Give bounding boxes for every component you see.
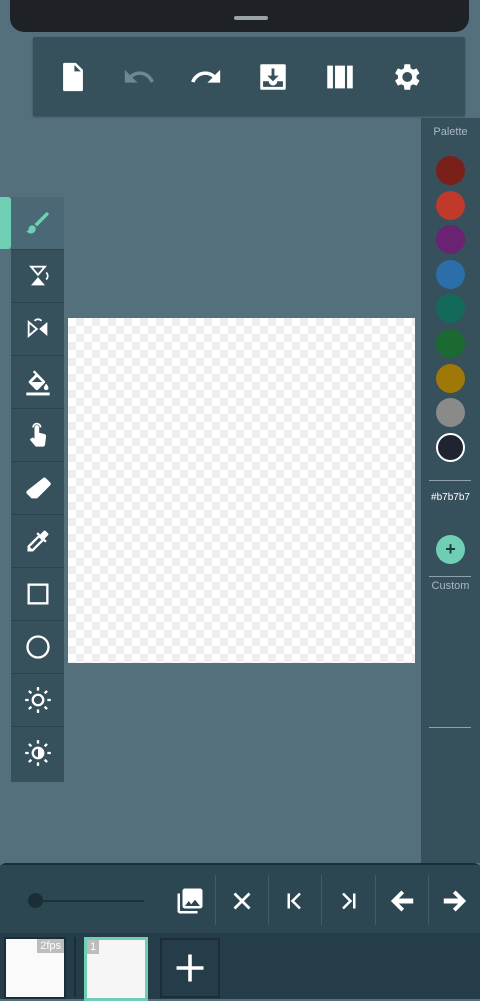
eraser-icon bbox=[25, 477, 51, 499]
palette-panel: Palette #b7b7b7 + Custom bbox=[421, 118, 480, 863]
close-icon bbox=[233, 892, 251, 910]
add-frame-button[interactable] bbox=[160, 938, 220, 998]
frame-number-label: 1 bbox=[87, 940, 100, 954]
palette-swatch[interactable] bbox=[436, 225, 465, 255]
frames-button[interactable] bbox=[318, 55, 362, 99]
eyedropper-icon bbox=[27, 530, 48, 552]
palette-swatch[interactable] bbox=[436, 363, 465, 393]
next-frame-button[interactable] bbox=[429, 873, 480, 929]
fps-label: 2fps bbox=[37, 939, 64, 953]
custom-end-divider bbox=[429, 727, 471, 728]
animation-preview[interactable]: 2fps bbox=[4, 937, 66, 999]
palette-swatch[interactable] bbox=[436, 294, 465, 324]
timeline-panel: 2fps 1 bbox=[0, 863, 480, 1001]
eraser-tool[interactable] bbox=[11, 462, 64, 515]
undo-button[interactable] bbox=[117, 55, 161, 99]
palette-swatch[interactable] bbox=[436, 329, 465, 358]
palette-swatch[interactable] bbox=[436, 190, 465, 220]
palette-swatch[interactable] bbox=[436, 398, 465, 428]
custom-divider bbox=[429, 576, 471, 577]
fill-tool[interactable] bbox=[11, 356, 64, 409]
gear-icon bbox=[395, 64, 420, 90]
onion-skin-button[interactable] bbox=[164, 873, 216, 929]
drawing-canvas[interactable] bbox=[68, 318, 415, 663]
arrow-left-icon bbox=[390, 890, 414, 912]
settings-button[interactable] bbox=[384, 55, 428, 99]
paint-bucket-icon bbox=[25, 370, 50, 396]
palette-swatch[interactable] bbox=[436, 156, 465, 185]
undo-icon bbox=[124, 69, 154, 83]
palette-divider bbox=[429, 480, 471, 481]
flip-horizontal-tool[interactable] bbox=[11, 303, 64, 356]
last-frame-button[interactable] bbox=[322, 873, 374, 929]
arrow-right-icon bbox=[443, 890, 467, 912]
frames-separator bbox=[74, 937, 76, 997]
palette-swatch[interactable] bbox=[436, 432, 465, 462]
plus-icon bbox=[176, 954, 204, 982]
flip-vertical-tool[interactable] bbox=[11, 250, 64, 303]
palette-title: Palette bbox=[433, 126, 468, 138]
square-icon bbox=[27, 583, 48, 605]
save-button[interactable] bbox=[251, 55, 295, 99]
brush-tool[interactable] bbox=[11, 197, 64, 250]
rectangle-tool[interactable] bbox=[11, 568, 64, 621]
brush-icon bbox=[25, 212, 49, 234]
circle-tool[interactable] bbox=[11, 621, 64, 674]
film-icon bbox=[327, 65, 353, 89]
drag-handle[interactable] bbox=[234, 16, 268, 20]
circle-icon bbox=[25, 635, 50, 659]
redo-icon bbox=[191, 69, 221, 83]
eyedropper-tool[interactable] bbox=[11, 515, 64, 568]
redo-button[interactable] bbox=[184, 55, 228, 99]
top-notch bbox=[10, 0, 469, 32]
skip-end-icon bbox=[342, 892, 356, 910]
hand-pointer-icon bbox=[29, 422, 46, 447]
palette-swatch[interactable] bbox=[436, 259, 465, 289]
status-bar bbox=[0, 0, 480, 36]
image-layers-icon bbox=[177, 888, 203, 914]
tool-column bbox=[11, 197, 64, 782]
pan-tool[interactable] bbox=[11, 409, 64, 462]
delete-frame-button[interactable] bbox=[216, 873, 268, 929]
skip-start-icon bbox=[287, 892, 301, 910]
half-sun-icon bbox=[24, 740, 51, 766]
frame-thumbnail[interactable]: 1 bbox=[84, 937, 148, 1001]
first-frame-button[interactable] bbox=[269, 873, 321, 929]
custom-colors-label: Custom bbox=[431, 580, 470, 592]
previous-frame-button[interactable] bbox=[376, 873, 428, 929]
timeline-controls bbox=[0, 865, 480, 933]
flip-vertical-icon bbox=[28, 265, 48, 286]
download-icon bbox=[260, 64, 286, 90]
add-color-button[interactable]: + bbox=[436, 535, 465, 564]
flip-horizontal-icon bbox=[27, 318, 47, 339]
active-tool-marker bbox=[0, 197, 11, 249]
brightness-tool[interactable] bbox=[11, 674, 64, 727]
main-toolbar bbox=[33, 37, 465, 116]
contrast-tool[interactable] bbox=[11, 727, 64, 779]
file-icon bbox=[63, 62, 83, 92]
sun-icon bbox=[24, 687, 51, 713]
new-file-button[interactable] bbox=[51, 55, 95, 99]
speed-slider-track[interactable] bbox=[36, 900, 144, 902]
current-color-hex: #b7b7b7 bbox=[431, 492, 470, 503]
speed-slider-thumb[interactable] bbox=[28, 893, 43, 908]
